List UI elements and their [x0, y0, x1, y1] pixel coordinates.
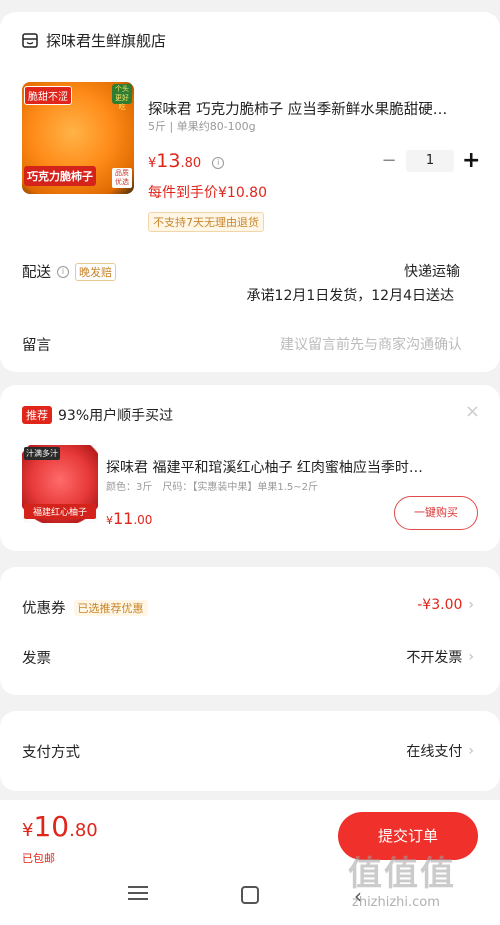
- recommend-image-tag-top: 汁满多汁: [24, 447, 60, 460]
- late-compensation-badge: 晚发赔: [75, 262, 116, 281]
- delivery-info-icon[interactable]: i: [57, 265, 69, 278]
- coupon-value: -¥3.00: [417, 597, 463, 613]
- product-image-tag-top-right: 个头更好吃: [112, 84, 132, 111]
- home-icon[interactable]: [241, 886, 259, 904]
- invoice-value-row[interactable]: 不开发票 ›: [406, 647, 474, 667]
- delivery-promise: 承诺12月1日发货，12月4日送达: [246, 288, 454, 304]
- coupon-label: 优惠券: [22, 601, 66, 617]
- delivery-row: 配送 i 晚发赔: [22, 261, 116, 282]
- invoice-value: 不开发票: [406, 650, 463, 666]
- recommend-product-title[interactable]: 探味君 福建平和琯溪红心柚子 红肉蜜柚应当季时…: [106, 457, 476, 477]
- chevron-right-icon: ›: [468, 649, 474, 665]
- product-title[interactable]: 探味君 巧克力脆柿子 应当季新鲜水果脆甜硬…: [148, 98, 478, 119]
- total-integer: 10: [33, 810, 70, 843]
- store-header[interactable]: 探味君生鲜旗舰店: [22, 30, 166, 51]
- info-icon[interactable]: i: [212, 156, 225, 169]
- watermark-glyphs: 值值值: [348, 854, 456, 894]
- recommendation-card: 推荐 93%用户顺手买过 × 汁满多汁 福建红心柚子 探味君 福建平和琯溪红心柚…: [0, 385, 500, 551]
- recommendation-header: 推荐 93%用户顺手买过: [22, 405, 173, 425]
- product-spec[interactable]: 5斤 | 单果约80-100g: [148, 118, 256, 134]
- message-label: 留言: [22, 338, 51, 354]
- recommend-image-tag-bottom: 福建红心柚子: [24, 504, 96, 519]
- recommend-price-integer: 11: [113, 509, 134, 528]
- recommend-product-spec: 颜色：3斤 尺码：【实惠装中果】单果1.5~2斤: [106, 482, 319, 493]
- store-order-card: 探味君生鲜旗舰店 脆甜不涩 个头更好吃 巧克力脆柿子 品质优选 探味君 巧克力脆…: [0, 12, 500, 372]
- price-decimal: .80: [180, 156, 202, 171]
- invoice-label: 发票: [22, 651, 51, 667]
- message-input[interactable]: 建议留言前先与商家沟通确认: [280, 334, 462, 354]
- recommend-product-image[interactable]: 汁满多汁 福建红心柚子: [22, 445, 98, 523]
- payment-label: 支付方式: [22, 745, 80, 761]
- product-image-tag-top-left: 脆甜不涩: [24, 86, 72, 105]
- recommend-price-currency: ¥: [106, 514, 113, 527]
- quantity-increase-button[interactable]: +: [462, 148, 480, 173]
- chevron-right-icon: ›: [468, 597, 474, 613]
- product-price: ¥13.80 i: [148, 150, 225, 172]
- close-icon[interactable]: ×: [465, 401, 480, 422]
- delivery-method: 快递运输: [404, 264, 460, 280]
- quantity-decrease-button[interactable]: −: [380, 150, 398, 171]
- coupon-badge: 已选推荐优惠: [73, 599, 148, 616]
- price-integer: 13: [156, 150, 181, 172]
- store-icon: [22, 33, 38, 48]
- coupon-value-row[interactable]: -¥3.00 ›: [417, 597, 474, 613]
- chevron-right-icon: ›: [468, 743, 474, 759]
- no-return-tag: 不支持7天无理由退货: [148, 212, 264, 232]
- recommend-badge: 推荐: [22, 406, 52, 424]
- final-price: 每件到手价¥10.80: [148, 185, 267, 201]
- watermark-logo: 值值值 zhizhizhi.com: [348, 846, 488, 916]
- coupon-row[interactable]: 优惠券 已选推荐优惠: [22, 597, 148, 618]
- payment-value: 在线支付: [406, 744, 463, 760]
- product-image-tag-bottom-right: 品质优选: [112, 168, 132, 188]
- recommend-product-price: ¥11.00: [106, 509, 152, 528]
- total-decimal: .80: [69, 820, 98, 841]
- store-name: 探味君生鲜旗舰店: [46, 32, 167, 50]
- quantity-input[interactable]: 1: [406, 149, 454, 172]
- payment-value-row[interactable]: 在线支付 ›: [406, 741, 474, 761]
- payment-card: 支付方式 在线支付 ›: [0, 711, 500, 791]
- total-currency: ¥: [22, 820, 34, 841]
- delivery-label: 配送: [22, 265, 51, 281]
- free-shipping-label: 已包邮: [22, 852, 55, 865]
- coupon-invoice-card: 优惠券 已选推荐优惠 -¥3.00 › 发票 不开发票 ›: [0, 567, 500, 695]
- recommend-text: 93%用户顺手买过: [58, 408, 174, 424]
- total-price: ¥10.80: [22, 810, 98, 843]
- bottom-bar: ¥10.80 已包邮 提交订单 ‹ 值值值 zhizhizhi.com: [0, 800, 500, 925]
- product-image[interactable]: 脆甜不涩 个头更好吃 巧克力脆柿子 品质优选: [22, 82, 134, 194]
- recommend-price-decimal: .00: [133, 513, 153, 527]
- quantity-stepper: − 1 +: [380, 148, 480, 173]
- one-click-buy-button[interactable]: 一键购买: [394, 496, 478, 530]
- watermark-site: zhizhizhi.com: [352, 895, 440, 910]
- menu-icon[interactable]: [128, 886, 148, 904]
- product-image-tag-bottom: 巧克力脆柿子: [24, 166, 96, 186]
